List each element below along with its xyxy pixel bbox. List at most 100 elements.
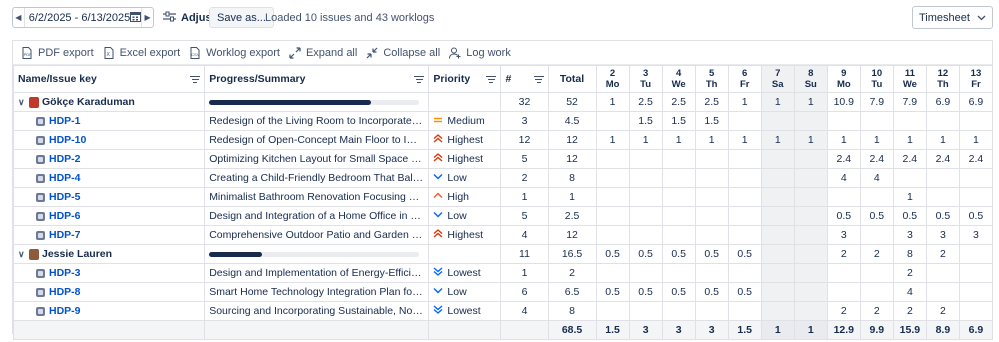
collapse-all-button[interactable]: Collapse all — [366, 47, 440, 59]
day-hours-cell[interactable] — [694, 149, 729, 169]
day-hours-cell[interactable] — [958, 111, 994, 131]
day-hours-cell[interactable]: 0.5 — [694, 282, 729, 302]
day-hours-cell[interactable]: 6.9 — [925, 92, 960, 112]
day-hours-cell[interactable]: 4 — [859, 168, 894, 188]
date-range-text[interactable]: 6/2/2025 - 6/13/2025 — [25, 12, 131, 24]
day-hours-cell[interactable] — [595, 301, 630, 321]
issue-key-link[interactable]: HDP-2 — [49, 153, 81, 165]
log-work-button[interactable]: Log work — [449, 47, 511, 59]
day-hours-cell[interactable]: 0.5 — [628, 282, 663, 302]
day-hours-cell[interactable]: 8 — [892, 244, 927, 264]
day-hours-cell[interactable] — [595, 111, 630, 131]
issue-key-link[interactable]: HDP-6 — [49, 210, 81, 222]
day-hours-cell[interactable] — [727, 149, 762, 169]
excel-export-button[interactable]: X Excel export — [103, 46, 180, 59]
day-hours-cell[interactable]: 2.4 — [859, 149, 894, 169]
issue-key-link[interactable]: HDP-9 — [49, 305, 81, 317]
day-hours-cell[interactable] — [760, 225, 795, 245]
day-hours-cell[interactable]: 3 — [958, 225, 994, 245]
day-hours-cell[interactable]: 1 — [925, 130, 960, 150]
day-hours-cell[interactable] — [595, 263, 630, 283]
day-hours-cell[interactable] — [661, 206, 696, 226]
issue-key-link[interactable]: HDP-5 — [49, 191, 81, 203]
day-hours-cell[interactable] — [760, 263, 795, 283]
pdf-export-button[interactable]: PDF PDF export — [21, 46, 94, 59]
day-hours-cell[interactable]: 2 — [826, 244, 861, 264]
day-hours-cell[interactable] — [628, 187, 663, 207]
day-hours-cell[interactable]: 4 — [826, 168, 861, 188]
day-hours-cell[interactable] — [727, 206, 762, 226]
day-hours-cell[interactable] — [595, 225, 630, 245]
day-hours-cell[interactable] — [958, 244, 994, 264]
day-hours-cell[interactable]: 2.5 — [661, 92, 696, 112]
issue-key-link[interactable]: HDP-7 — [49, 229, 81, 241]
day-hours-cell[interactable]: 1 — [727, 130, 762, 150]
day-hours-cell[interactable] — [958, 282, 994, 302]
issue-key-link[interactable]: HDP-4 — [49, 172, 81, 184]
day-hours-cell[interactable] — [727, 111, 762, 131]
day-hours-cell[interactable] — [826, 111, 861, 131]
day-hours-cell[interactable] — [892, 111, 927, 131]
day-hours-cell[interactable] — [958, 263, 994, 283]
day-hours-cell[interactable]: 4 — [892, 282, 927, 302]
day-hours-cell[interactable] — [661, 225, 696, 245]
day-hours-cell[interactable]: 1.5 — [628, 111, 663, 131]
day-hours-cell[interactable] — [694, 187, 729, 207]
day-hours-cell[interactable] — [892, 168, 927, 188]
day-hours-cell[interactable]: 1 — [661, 130, 696, 150]
column-header-total[interactable]: Total — [547, 65, 597, 93]
calendar-icon[interactable] — [130, 11, 142, 25]
day-hours-cell[interactable] — [628, 168, 663, 188]
day-hours-cell[interactable]: 0.5 — [727, 282, 762, 302]
day-hours-cell[interactable] — [925, 187, 960, 207]
day-hours-cell[interactable]: 2 — [859, 301, 894, 321]
day-hours-cell[interactable] — [595, 149, 630, 169]
day-hours-cell[interactable]: 2 — [826, 301, 861, 321]
day-hours-cell[interactable] — [727, 263, 762, 283]
chevron-down-icon[interactable]: ∨ — [18, 97, 26, 108]
day-hours-cell[interactable] — [595, 168, 630, 188]
day-hours-cell[interactable]: 0.5 — [661, 244, 696, 264]
previous-period-button[interactable]: ◀ — [13, 8, 25, 27]
day-hours-cell[interactable]: 1 — [727, 92, 762, 112]
day-hours-cell[interactable]: 2.4 — [958, 149, 994, 169]
day-hours-cell[interactable] — [859, 187, 894, 207]
day-hours-cell[interactable]: 10.9 — [826, 92, 861, 112]
chevron-down-icon[interactable]: ∨ — [18, 249, 26, 260]
day-hours-cell[interactable] — [760, 111, 795, 131]
day-hours-cell[interactable] — [859, 111, 894, 131]
day-hours-cell[interactable] — [793, 111, 828, 131]
day-hours-cell[interactable] — [595, 187, 630, 207]
day-hours-cell[interactable]: 1 — [892, 187, 927, 207]
day-hours-cell[interactable] — [793, 225, 828, 245]
filter-icon[interactable] — [533, 74, 544, 85]
column-header-priority[interactable]: Priority — [428, 65, 502, 93]
column-header-progress[interactable]: Progress/Summary — [204, 65, 430, 93]
day-hours-cell[interactable]: 1 — [760, 130, 795, 150]
worklog-export-button[interactable]: CSV Worklog export — [189, 46, 280, 59]
day-hours-cell[interactable]: 0.5 — [628, 244, 663, 264]
day-hours-cell[interactable]: 0.5 — [892, 206, 927, 226]
day-hours-cell[interactable] — [760, 187, 795, 207]
day-hours-cell[interactable]: 1.5 — [694, 111, 729, 131]
day-hours-cell[interactable] — [793, 168, 828, 188]
day-hours-cell[interactable] — [793, 187, 828, 207]
day-hours-cell[interactable] — [859, 282, 894, 302]
day-hours-cell[interactable]: 1 — [793, 92, 828, 112]
day-hours-cell[interactable] — [694, 263, 729, 283]
issue-key-link[interactable]: HDP-3 — [49, 267, 81, 279]
day-hours-cell[interactable]: 0.5 — [694, 244, 729, 264]
expand-all-button[interactable]: Expand all — [289, 47, 357, 59]
day-hours-cell[interactable] — [628, 225, 663, 245]
day-hours-cell[interactable] — [595, 206, 630, 226]
day-hours-cell[interactable] — [661, 149, 696, 169]
day-hours-cell[interactable]: 2 — [925, 244, 960, 264]
day-hours-cell[interactable] — [628, 263, 663, 283]
day-hours-cell[interactable]: 0.5 — [925, 206, 960, 226]
day-hours-cell[interactable]: 7.9 — [892, 92, 927, 112]
day-hours-cell[interactable] — [661, 168, 696, 188]
day-hours-cell[interactable] — [661, 301, 696, 321]
day-hours-cell[interactable] — [958, 168, 994, 188]
day-hours-cell[interactable] — [793, 301, 828, 321]
day-hours-cell[interactable]: 0.5 — [958, 206, 994, 226]
